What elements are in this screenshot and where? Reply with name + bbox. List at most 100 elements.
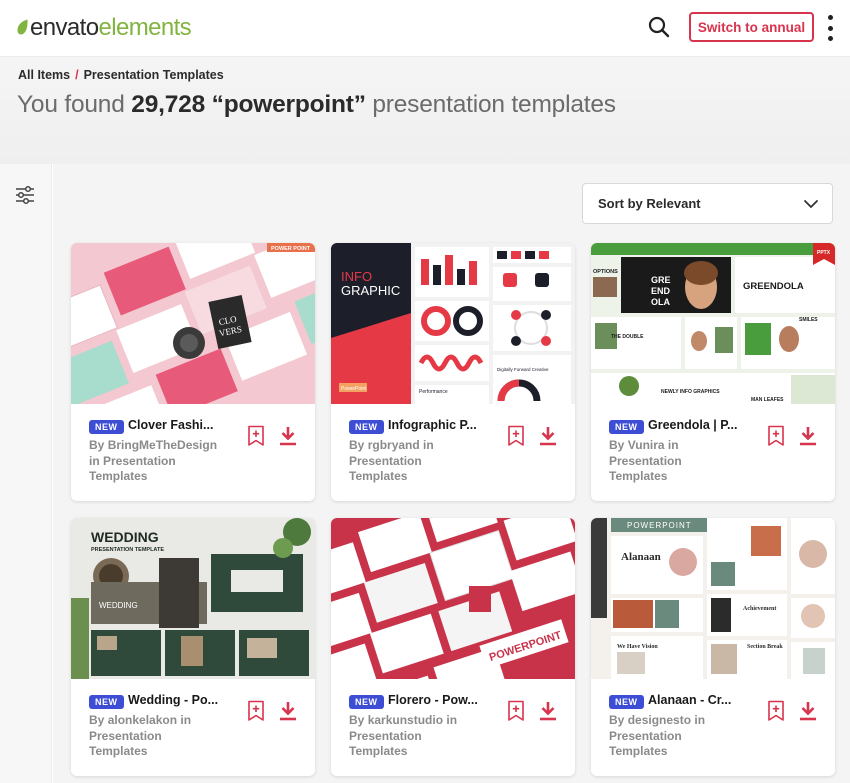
breadcrumb-separator: / xyxy=(75,68,79,82)
filter-rail xyxy=(0,164,52,783)
template-byline: By karkunstudio in Presentation Template… xyxy=(349,713,489,760)
more-dot-icon xyxy=(827,36,833,41)
thumb-tag: PPTX xyxy=(817,250,831,256)
chevron-down-icon xyxy=(804,200,818,208)
template-card[interactable]: POWERPOINT NEW Florero - Pow... By karku… xyxy=(331,518,575,776)
template-thumbnail[interactable]: INFO GRAPHIC PowerPoint Performance Digi… xyxy=(331,243,575,404)
breadcrumb: All Items / Presentation Templates xyxy=(18,68,224,82)
thumb-text: THE DOUBLE xyxy=(611,334,644,340)
template-title[interactable]: Wedding - Po... xyxy=(128,693,256,707)
thumb-text: MAN LEAFES xyxy=(751,397,784,403)
thumb-text: OPTIONS xyxy=(593,269,618,275)
results-count: 29,728 xyxy=(131,91,206,118)
thumb-text: END xyxy=(651,286,671,296)
headline-suffix: presentation templates xyxy=(372,91,616,118)
template-card[interactable]: INFO GRAPHIC PowerPoint Performance Digi… xyxy=(331,243,575,501)
bookmark-add-icon[interactable] xyxy=(767,425,785,447)
byline-in: Presentation xyxy=(349,728,422,743)
download-icon[interactable] xyxy=(538,426,558,446)
byline-in: Presentation xyxy=(89,728,162,743)
template-thumbnail[interactable]: OPTIONS GRE END OLA GREENDOLA PPTX THE D… xyxy=(591,243,835,404)
new-badge: NEW xyxy=(89,695,124,709)
breadcrumb-all-items[interactable]: All Items xyxy=(18,68,70,82)
byline-in: Presentation xyxy=(349,453,422,468)
headline-prefix: You found xyxy=(17,91,125,118)
thumb-text: PRESENTATION TEMPLATE xyxy=(91,547,164,553)
thumb-text: PowerPoint xyxy=(341,386,367,392)
thumb-tag: POWER POINT xyxy=(271,246,311,252)
template-card[interactable]: CLO VERS POWER POINT NEW Clover Fashi...… xyxy=(71,243,315,501)
bookmark-add-icon[interactable] xyxy=(247,425,265,447)
author-link[interactable]: BringMeTheDesign xyxy=(108,438,217,452)
download-icon[interactable] xyxy=(538,701,558,721)
template-title[interactable]: Clover Fashi... xyxy=(128,418,256,432)
top-header: envato elements Switch to annual xyxy=(0,0,850,57)
switch-to-annual-button[interactable]: Switch to annual xyxy=(689,12,814,42)
new-badge: NEW xyxy=(89,420,124,434)
byline-category[interactable]: Templates xyxy=(89,469,147,483)
byline-category[interactable]: Templates xyxy=(89,744,147,758)
more-dot-icon xyxy=(827,15,833,20)
download-icon[interactable] xyxy=(798,701,818,721)
download-icon[interactable] xyxy=(278,426,298,446)
author-link[interactable]: rgbryand in xyxy=(368,438,434,452)
template-card[interactable]: WEDDING PRESENTATION TEMPLATE WEDDING NE… xyxy=(71,518,315,776)
byline-category[interactable]: Templates xyxy=(609,744,667,758)
thumb-text: OLA xyxy=(651,297,670,307)
byline-category[interactable]: Templates xyxy=(349,469,407,483)
template-title[interactable]: Alanaan - Cr... xyxy=(648,693,776,707)
download-icon[interactable] xyxy=(798,426,818,446)
bookmark-add-icon[interactable] xyxy=(767,700,785,722)
search-button[interactable] xyxy=(646,14,672,40)
author-link[interactable]: karkunstudio in xyxy=(368,713,457,727)
search-icon xyxy=(648,16,670,38)
author-link[interactable]: designesto in xyxy=(628,713,705,727)
author-link[interactable]: alonkelakon in xyxy=(108,713,191,727)
template-thumbnail[interactable]: POWERPOINT Alanaan We Have Vision Achiev… xyxy=(591,518,835,679)
template-thumbnail[interactable]: WEDDING PRESENTATION TEMPLATE WEDDING xyxy=(71,518,315,679)
byline-category[interactable]: Templates xyxy=(609,469,667,483)
thumb-text: WEDDING xyxy=(99,601,138,610)
template-byline: By Vunira in Presentation Templates xyxy=(609,438,749,485)
new-badge: NEW xyxy=(349,695,384,709)
envato-elements-logo[interactable]: envato elements xyxy=(16,14,192,42)
breadcrumb-current: Presentation Templates xyxy=(83,68,224,82)
more-options-button[interactable] xyxy=(822,15,838,41)
thumb-text: GREENDOLA xyxy=(743,281,804,292)
thumb-text: GRE xyxy=(651,275,671,285)
logo-text-elements: elements xyxy=(98,14,192,41)
thumb-text: INFO xyxy=(341,269,372,284)
template-title[interactable]: Greendola | P... xyxy=(648,418,776,432)
template-byline: By BringMeTheDesign in Presentation Temp… xyxy=(89,438,229,485)
new-badge: NEW xyxy=(609,695,644,709)
filter-sliders-icon[interactable] xyxy=(15,185,35,205)
byline-in: Presentation xyxy=(609,453,682,468)
template-card[interactable]: POWERPOINT Alanaan We Have Vision Achiev… xyxy=(591,518,835,776)
bookmark-add-icon[interactable] xyxy=(247,700,265,722)
thumb-text: Alanaan xyxy=(621,551,661,563)
results-headline: You found 29,728 “powerpoint” presentati… xyxy=(17,91,616,119)
byline-by: By xyxy=(609,713,625,727)
logo-text-envato: envato xyxy=(30,14,99,41)
sort-label: Sort by Relevant xyxy=(598,196,701,211)
byline-by: By xyxy=(89,438,105,452)
sort-dropdown[interactable]: Sort by Relevant xyxy=(582,183,833,224)
leaf-icon xyxy=(17,19,28,35)
byline-category[interactable]: Templates xyxy=(349,744,407,758)
bookmark-add-icon[interactable] xyxy=(507,700,525,722)
byline-by: By xyxy=(349,713,365,727)
template-thumbnail[interactable]: POWERPOINT xyxy=(331,518,575,679)
template-title[interactable]: Florero - Pow... xyxy=(388,693,516,707)
byline-by: By xyxy=(349,438,365,452)
new-badge: NEW xyxy=(609,420,644,434)
author-link[interactable]: Vunira in xyxy=(628,438,679,452)
thumb-text: Section Break xyxy=(747,644,783,650)
template-title[interactable]: Infographic P... xyxy=(388,418,516,432)
download-icon[interactable] xyxy=(278,701,298,721)
bookmark-add-icon[interactable] xyxy=(507,425,525,447)
new-badge: NEW xyxy=(349,420,384,434)
template-card[interactable]: OPTIONS GRE END OLA GREENDOLA PPTX THE D… xyxy=(591,243,835,501)
byline-in: in Presentation xyxy=(89,453,176,468)
template-thumbnail[interactable]: CLO VERS POWER POINT xyxy=(71,243,315,404)
thumb-text: GRAPHIC xyxy=(341,283,400,298)
